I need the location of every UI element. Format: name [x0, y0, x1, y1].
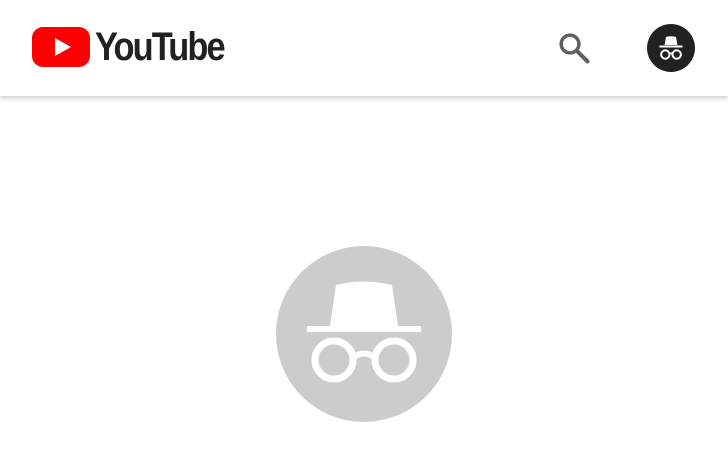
youtube-play-icon [32, 27, 90, 67]
main-content [0, 96, 728, 450]
youtube-logo[interactable]: YouTube [32, 27, 245, 67]
search-button[interactable] [552, 26, 596, 70]
account-button[interactable] [647, 24, 695, 72]
incognito-icon [276, 246, 452, 422]
incognito-illustration [276, 246, 452, 422]
incognito-icon [647, 24, 695, 72]
search-icon [559, 33, 590, 64]
top-app-bar: YouTube [0, 0, 728, 96]
brand-name: YouTube [95, 25, 226, 69]
